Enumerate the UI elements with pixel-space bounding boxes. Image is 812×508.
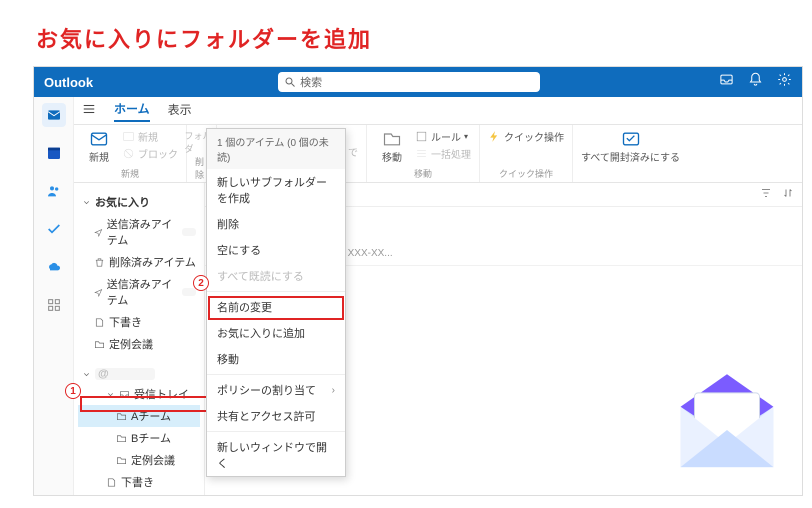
new-subbtn: 新規	[122, 129, 178, 144]
mark-all-read-button[interactable]: すべて開封済みにする	[581, 129, 680, 164]
batch-button[interactable]: 一括処理	[415, 146, 471, 161]
rail-todo[interactable]	[42, 217, 66, 241]
folder-team-a[interactable]: Aチーム	[78, 405, 200, 427]
folder-drafts-2[interactable]: 下書き	[78, 471, 200, 493]
inbox-icon	[119, 389, 130, 400]
ctx-delete[interactable]: 削除	[207, 211, 345, 237]
context-menu-header: 1 個のアイテム (0 個の未読)	[207, 129, 345, 169]
outlook-window: Outlook 検索 ホーム 表示	[33, 66, 803, 496]
search-input[interactable]: 検索	[278, 72, 540, 92]
ctx-add-favorite[interactable]: お気に入りに追加	[207, 320, 345, 346]
filter-button[interactable]	[760, 187, 772, 202]
chevron-down-icon	[106, 390, 115, 399]
rail-people[interactable]	[42, 179, 66, 203]
rail-mail[interactable]	[42, 103, 66, 127]
tab-home[interactable]: ホーム	[114, 100, 150, 122]
send-icon	[94, 287, 103, 298]
folder-team-b[interactable]: Bチーム	[78, 427, 200, 449]
ribbon: 新規 新規 ブロック 新規 フォルダ 削除 全員	[74, 125, 802, 183]
ribbon-group-move: 移動 ルール▾ 一括処理 移動	[367, 125, 480, 182]
tab-view[interactable]: 表示	[168, 101, 192, 121]
folder-inbox[interactable]: 受信トレイ	[78, 383, 200, 405]
group-label-move: 移動	[414, 167, 432, 180]
folder-deleted[interactable]: 削除済みアイテム	[78, 251, 200, 273]
inbox-icon[interactable]	[719, 72, 734, 92]
ctx-new-window[interactable]: 新しいウィンドウで開く	[207, 434, 345, 476]
folder-icon	[116, 455, 127, 466]
rail-onedrive[interactable]	[42, 255, 66, 279]
folder-sent-1[interactable]: 送信済みアイテム	[78, 213, 200, 251]
ctx-rename[interactable]: 名前の変更	[207, 294, 345, 320]
chevron-down-icon	[82, 370, 91, 379]
rules-button[interactable]: ルール▾	[415, 129, 471, 144]
quick-steps-button[interactable]: クイック操作	[488, 129, 564, 144]
annotation-title: お気に入りにフォルダーを追加	[36, 22, 372, 54]
ribbon-group-read: すべて開封済みにする	[573, 125, 688, 182]
account-header[interactable]: @	[78, 365, 200, 383]
app-brand: Outlook	[44, 75, 93, 90]
favorites-header[interactable]: お気に入り	[78, 191, 200, 213]
chevron-down-icon	[82, 198, 91, 207]
empty-state-illustration	[662, 365, 792, 485]
ctx-share[interactable]: 共有とアクセス許可	[207, 403, 345, 429]
ribbon-group-quick: クイック操作 クイック操作	[480, 125, 573, 182]
ctx-mark-all-read: すべて既読にする	[207, 263, 345, 289]
draft-icon	[106, 477, 117, 488]
ctx-new-subfolder[interactable]: 新しいサブフォルダーを作成	[207, 169, 345, 211]
folder-sent-2[interactable]: 送信済みアイテム	[78, 273, 200, 311]
folder-pane: お気に入り 送信済みアイテム 削除済みアイテム 送信済みアイテム	[74, 183, 204, 495]
folder-meeting-1[interactable]: 定例会議	[78, 333, 200, 355]
folder-meeting-2[interactable]: 定例会議	[78, 449, 200, 471]
move-button[interactable]: 移動	[375, 129, 409, 164]
folder-icon	[94, 339, 105, 350]
group-label-quick: クイック操作	[499, 167, 553, 180]
context-menu: 1 個のアイテム (0 個の未読) 新しいサブフォルダーを作成 削除 空にする …	[206, 128, 346, 477]
folder-icon	[116, 411, 127, 422]
ctx-policy[interactable]: ポリシーの割り当て›	[207, 377, 345, 403]
gear-icon[interactable]	[777, 72, 792, 92]
draft-icon	[94, 317, 105, 328]
search-placeholder: 検索	[300, 74, 322, 90]
search-icon	[284, 76, 296, 88]
bell-icon[interactable]	[748, 72, 763, 92]
title-bar: Outlook 検索	[34, 67, 802, 97]
new-mail-button[interactable]: 新規	[82, 129, 116, 164]
ctx-move[interactable]: 移動	[207, 346, 345, 372]
chevron-right-icon: ›	[332, 385, 335, 396]
send-icon	[94, 227, 103, 238]
rail-more-apps[interactable]	[42, 293, 66, 317]
tab-bar: ホーム 表示	[74, 97, 802, 125]
rail-calendar[interactable]	[42, 141, 66, 165]
ctx-empty[interactable]: 空にする	[207, 237, 345, 263]
sort-button[interactable]	[782, 187, 794, 202]
folder-icon	[116, 433, 127, 444]
divider	[207, 291, 345, 292]
divider	[207, 374, 345, 375]
ribbon-group-new: 新規 新規 ブロック 新規	[74, 125, 187, 182]
folder-drafts-1[interactable]: 下書き	[78, 311, 200, 333]
divider	[207, 431, 345, 432]
hamburger-icon[interactable]	[82, 102, 96, 119]
group-label-new: 新規	[121, 167, 139, 180]
trash-icon	[94, 257, 105, 268]
app-rail	[34, 97, 74, 495]
block-button: ブロック	[122, 146, 178, 161]
